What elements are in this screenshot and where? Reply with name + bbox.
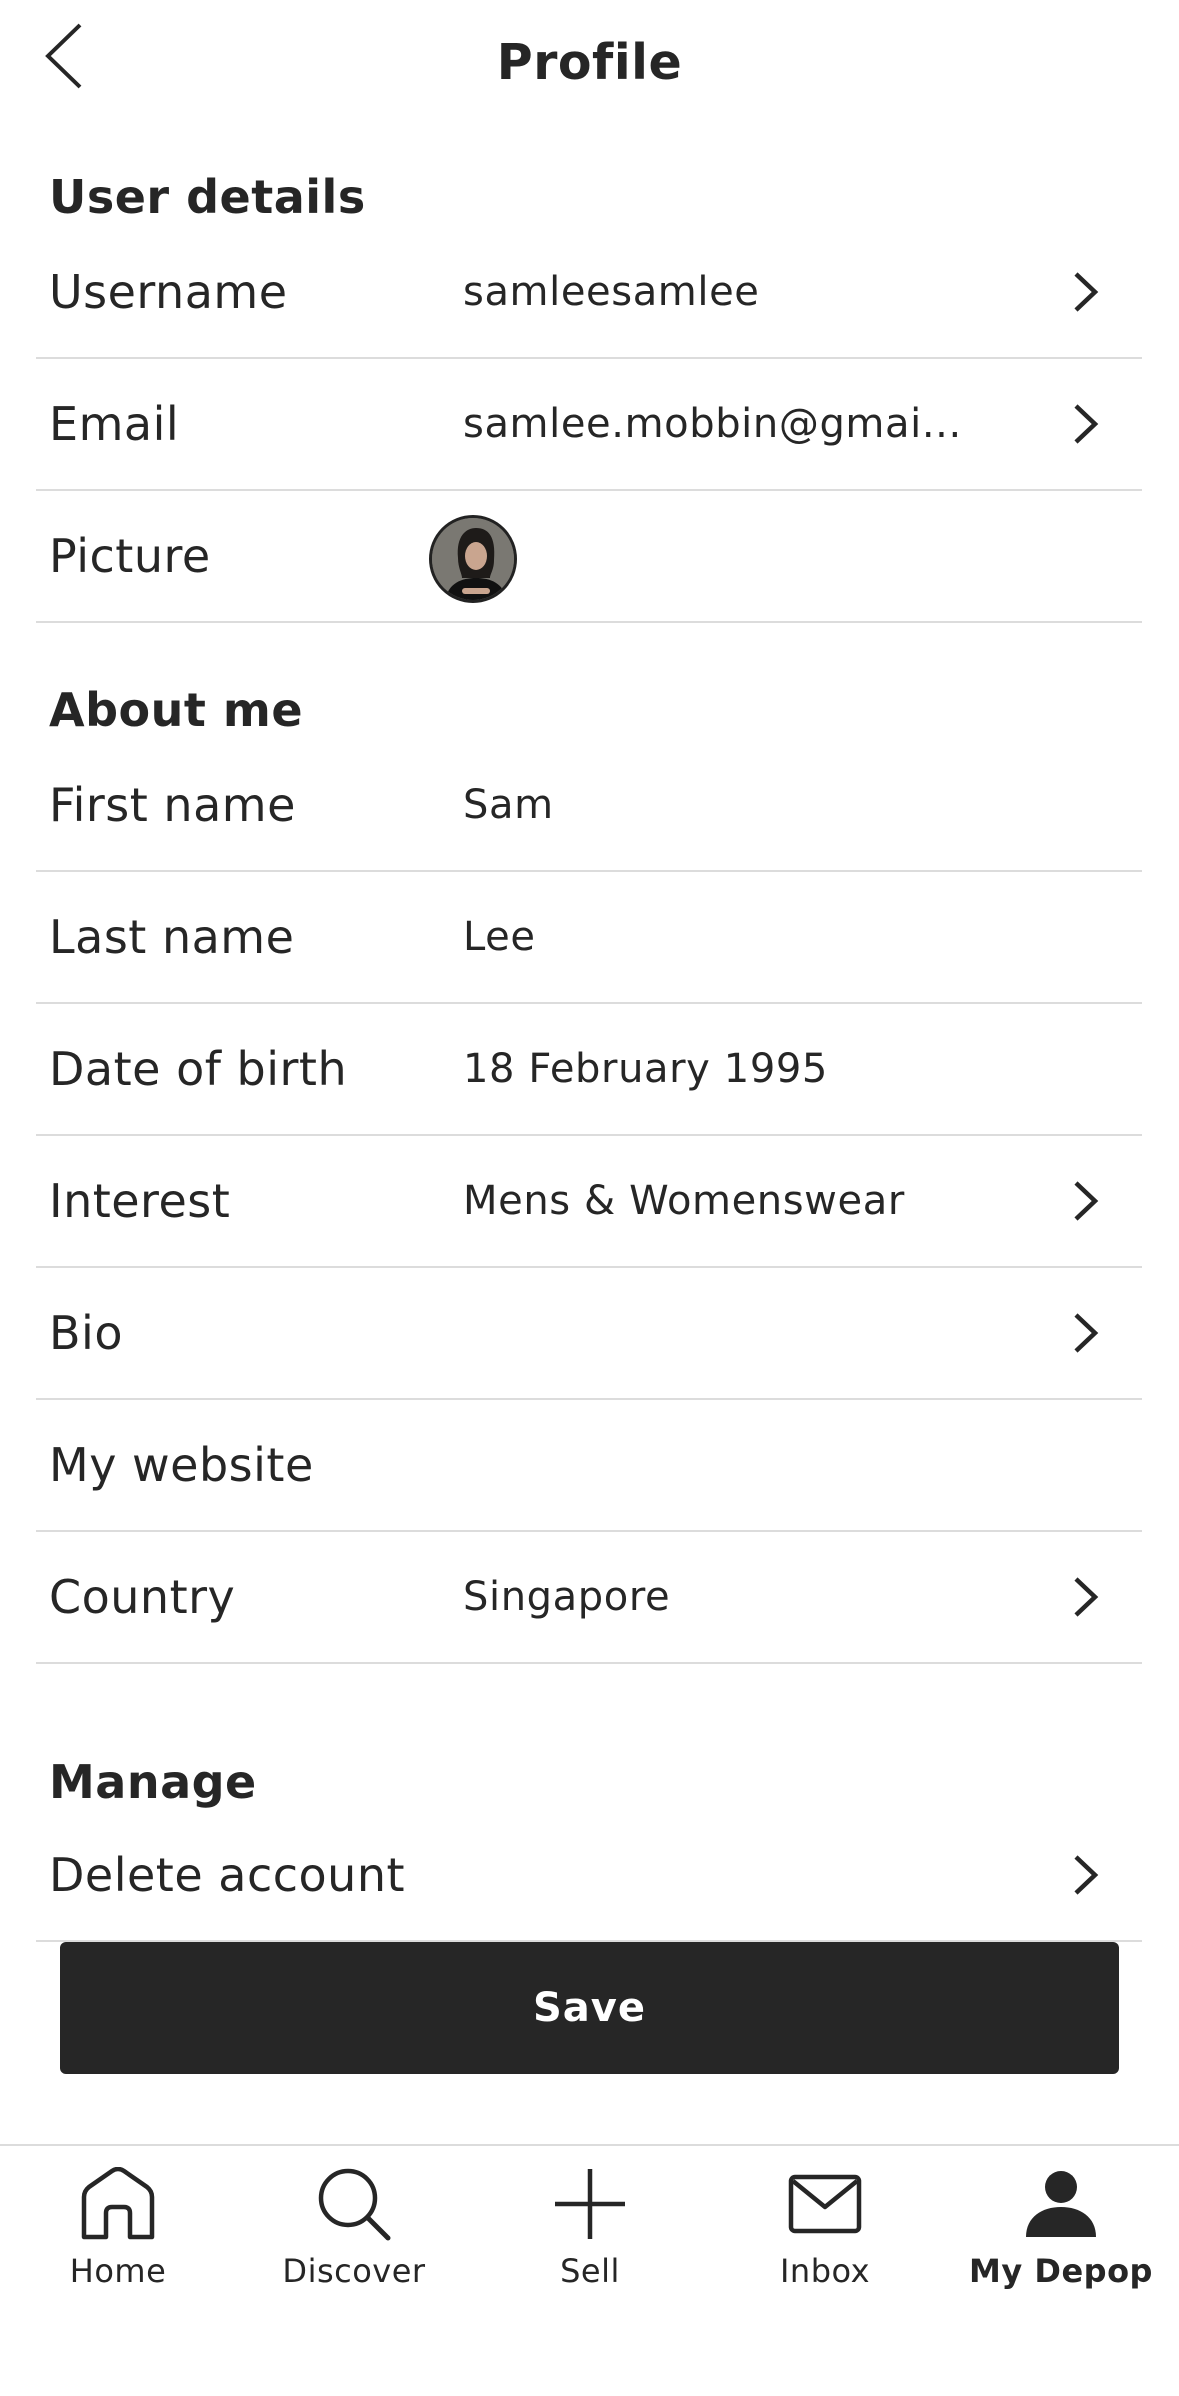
plus-icon <box>472 2164 708 2244</box>
row-label: Picture <box>49 529 211 583</box>
first-name-value: Sam <box>463 782 554 828</box>
row-interest[interactable]: Interest Mens & Womenswear <box>36 1136 1142 1268</box>
row-last-name[interactable]: Last name Lee <box>36 872 1142 1004</box>
username-value: samleesamlee <box>463 269 760 315</box>
tab-discover[interactable]: Discover <box>236 2146 472 2316</box>
row-label: Interest <box>49 1174 231 1228</box>
person-icon <box>943 2164 1179 2244</box>
save-button[interactable]: Save <box>60 1942 1119 2074</box>
row-value: Lee <box>463 872 1043 1002</box>
mail-icon <box>707 2164 943 2244</box>
tab-label: Sell <box>560 2252 620 2290</box>
row-label: Bio <box>49 1306 123 1360</box>
row-email[interactable]: Email samlee.mobbin@gmai... <box>36 359 1142 491</box>
country-value: Singapore <box>463 1574 671 1620</box>
row-value: samlee.mobbin@gmai... <box>463 359 1043 489</box>
chevron-right-icon <box>1070 1268 1100 1398</box>
page-title: Profile <box>496 34 683 91</box>
row-label: Username <box>49 265 288 319</box>
section-title-user-details: User details <box>49 170 366 224</box>
chevron-right-icon <box>1070 1532 1100 1662</box>
row-value: Mens & Womenswear <box>463 1136 1043 1266</box>
interest-value: Mens & Womenswear <box>463 1178 905 1224</box>
row-my-website[interactable]: My website <box>36 1400 1142 1532</box>
row-country[interactable]: Country Singapore <box>36 1532 1142 1664</box>
row-label: Date of birth <box>49 1042 348 1096</box>
home-icon <box>0 2164 236 2244</box>
chevron-right-icon <box>1070 359 1100 489</box>
row-label: Email <box>49 397 180 451</box>
tab-inbox[interactable]: Inbox <box>707 2146 943 2316</box>
search-icon <box>236 2164 472 2244</box>
row-label: My website <box>49 1438 314 1492</box>
row-first-name[interactable]: First name Sam <box>36 740 1142 872</box>
row-label: Last name <box>49 910 295 964</box>
email-value: samlee.mobbin@gmai... <box>463 401 962 447</box>
row-value <box>463 1400 1043 1530</box>
tab-label: My Depop <box>969 2252 1153 2290</box>
chevron-right-icon <box>1070 1136 1100 1266</box>
section-title-manage: Manage <box>49 1755 257 1809</box>
row-value: Sam <box>463 740 1043 870</box>
row-delete-account[interactable]: Delete account <box>36 1810 1142 1942</box>
bottom-tab-bar: Home Discover Sell Inbox My Depop <box>0 2144 1179 2396</box>
row-value: samleesamlee <box>463 227 1043 357</box>
row-date-of-birth[interactable]: Date of birth 18 February 1995 <box>36 1004 1142 1136</box>
last-name-value: Lee <box>463 914 536 960</box>
row-picture[interactable]: Picture <box>36 491 1142 623</box>
section-title-about-me: About me <box>49 683 304 737</box>
tab-label: Home <box>69 2252 167 2290</box>
row-label: First name <box>49 778 296 832</box>
chevron-right-icon <box>1070 227 1100 357</box>
row-label: Delete account <box>49 1848 406 1902</box>
tab-label: Discover <box>282 2252 426 2290</box>
row-value: Singapore <box>463 1532 1043 1662</box>
row-value: 18 February 1995 <box>463 1004 1043 1134</box>
row-username[interactable]: Username samleesamlee <box>36 227 1142 359</box>
chevron-right-icon <box>1070 1810 1100 1940</box>
dob-value: 18 February 1995 <box>463 1046 828 1092</box>
header: Profile <box>0 0 1179 135</box>
tab-my-depop[interactable]: My Depop <box>943 2146 1179 2316</box>
tab-sell[interactable]: Sell <box>472 2146 708 2316</box>
avatar[interactable] <box>429 515 517 603</box>
row-bio[interactable]: Bio <box>36 1268 1142 1400</box>
tab-home[interactable]: Home <box>0 2146 236 2316</box>
row-label: Country <box>49 1570 236 1624</box>
row-value <box>463 1268 1043 1398</box>
tab-label: Inbox <box>779 2252 871 2290</box>
